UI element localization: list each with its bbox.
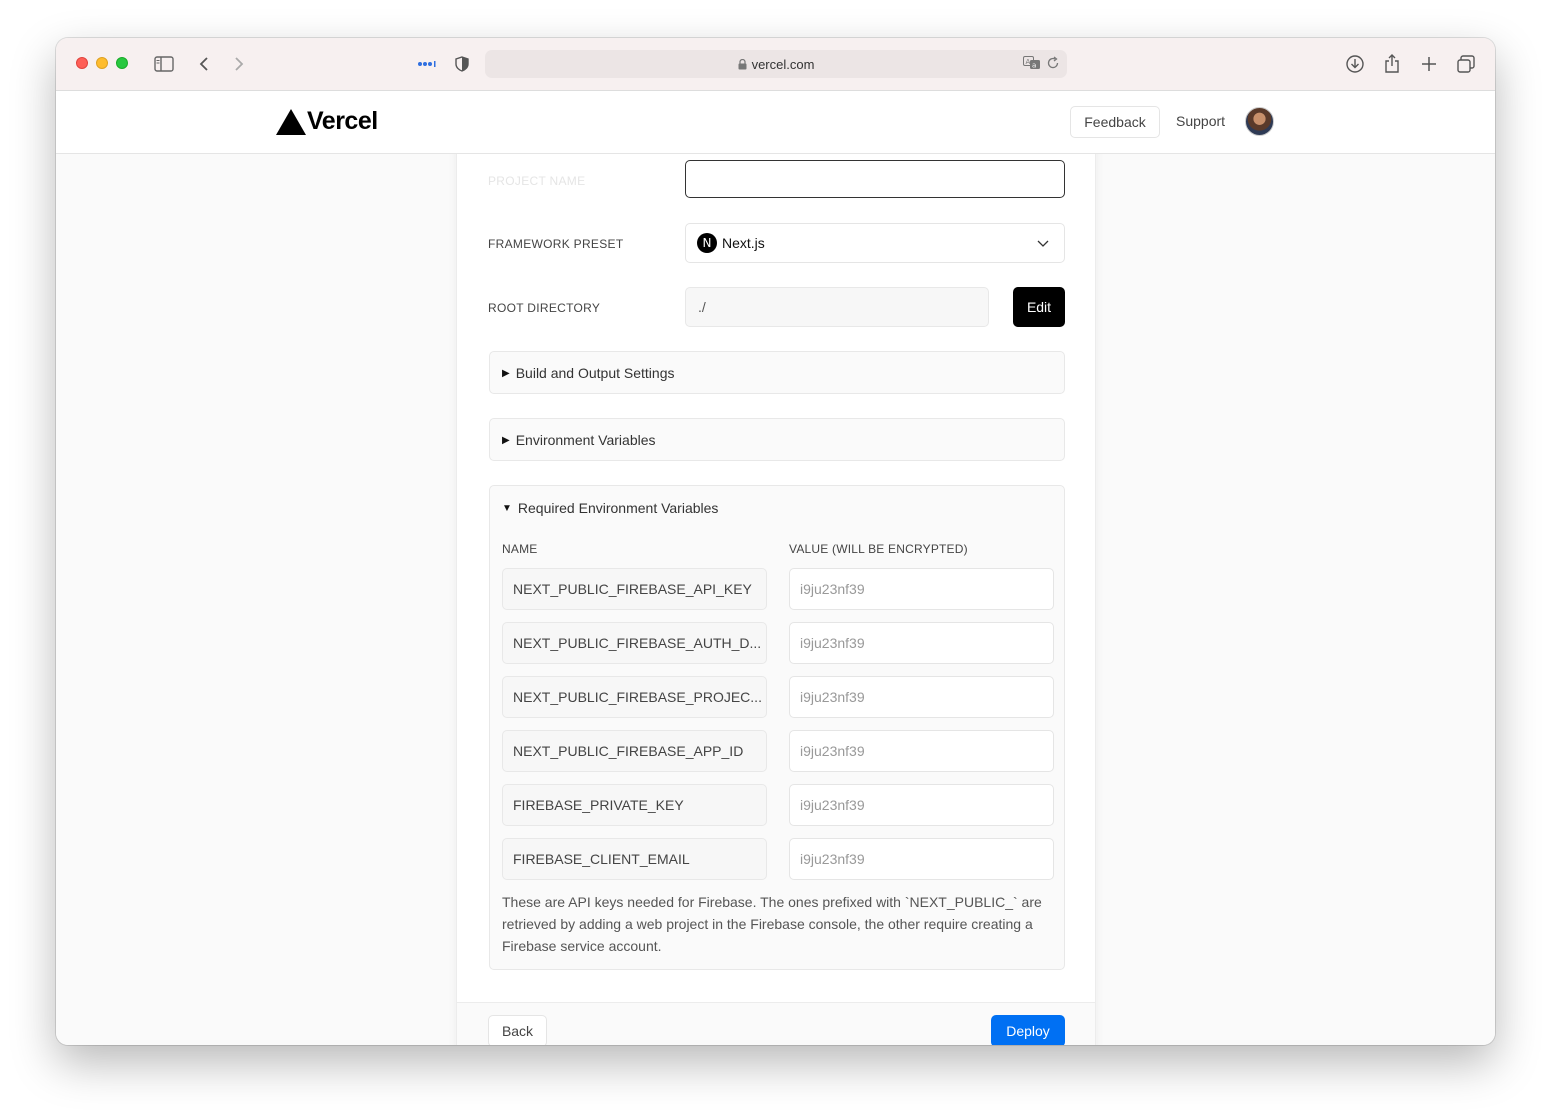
close-window-button[interactable] xyxy=(76,57,88,69)
chevron-down-icon xyxy=(1036,236,1050,253)
deploy-button[interactable]: Deploy xyxy=(991,1015,1065,1045)
env-vars-label: Environment Variables xyxy=(515,432,656,448)
env-row: NEXT_PUBLIC_FIREBASE_APP_ID i9ju23nf39 xyxy=(502,730,1055,772)
triangle-right-icon: ▶ xyxy=(502,434,510,446)
env-value-input[interactable]: i9ju23nf39 xyxy=(789,676,1054,718)
env-vars-section[interactable]: ▶ Environment Variables xyxy=(489,418,1065,461)
feedback-button[interactable]: Feedback xyxy=(1070,106,1160,138)
browser-toolbar: vercel.com Aa xyxy=(56,38,1495,91)
svg-text:a: a xyxy=(1032,62,1036,70)
value-column-header: VALUE (WILL BE ENCRYPTED) xyxy=(789,542,968,556)
new-tab-icon[interactable] xyxy=(1418,52,1440,76)
tabs-overview-icon[interactable] xyxy=(1455,52,1477,76)
edit-button[interactable]: Edit xyxy=(1013,287,1065,327)
vercel-triangle-icon xyxy=(276,108,306,135)
support-link[interactable]: Support xyxy=(1176,113,1225,129)
svg-text:A: A xyxy=(1026,58,1031,66)
name-column-header: NAME xyxy=(502,542,538,556)
env-row: FIREBASE_CLIENT_EMAIL i9ju23nf39 xyxy=(502,838,1055,880)
sidebar-icon[interactable] xyxy=(153,52,175,76)
env-name-field: NEXT_PUBLIC_FIREBASE_PROJEC... xyxy=(502,676,767,718)
framework-preset-value: Next.js xyxy=(722,235,765,251)
url-text: vercel.com xyxy=(751,56,815,72)
zoom-window-button[interactable] xyxy=(116,57,128,69)
extensions-icon[interactable] xyxy=(416,52,438,76)
back-icon[interactable] xyxy=(196,52,212,76)
env-row: NEXT_PUBLIC_FIREBASE_PROJEC... i9ju23nf3… xyxy=(502,676,1055,718)
download-icon[interactable] xyxy=(1344,52,1366,76)
framework-preset-label: FRAMEWORK PRESET xyxy=(488,237,624,251)
env-row: NEXT_PUBLIC_FIREBASE_API_KEY i9ju23nf39 xyxy=(502,568,1055,610)
framework-preset-select[interactable]: N Next.js xyxy=(685,223,1065,263)
env-value-input[interactable]: i9ju23nf39 xyxy=(789,838,1054,880)
env-value-input[interactable]: i9ju23nf39 xyxy=(789,622,1054,664)
back-button[interactable]: Back xyxy=(488,1015,547,1045)
forward-icon[interactable] xyxy=(231,52,247,76)
env-name-field: NEXT_PUBLIC_FIREBASE_API_KEY xyxy=(502,568,767,610)
env-name-field: FIREBASE_PRIVATE_KEY xyxy=(502,784,767,826)
card-footer: Back Deploy xyxy=(457,1002,1095,1045)
translate-icon[interactable]: Aa xyxy=(1023,56,1041,70)
env-value-input[interactable]: i9ju23nf39 xyxy=(789,730,1054,772)
env-value-input[interactable]: i9ju23nf39 xyxy=(789,784,1054,826)
env-vars-toggle[interactable]: ▶ Environment Variables xyxy=(490,419,1064,461)
logo-text: Vercel xyxy=(307,107,378,135)
project-name-label: PROJECT NAME xyxy=(488,174,586,188)
required-env-title: Required Environment Variables xyxy=(517,500,719,516)
project-name-input[interactable] xyxy=(685,160,1065,198)
address-bar[interactable]: vercel.com Aa xyxy=(485,50,1067,78)
env-row: NEXT_PUBLIC_FIREBASE_AUTH_D... i9ju23nf3… xyxy=(502,622,1055,664)
env-row: FIREBASE_PRIVATE_KEY i9ju23nf39 xyxy=(502,784,1055,826)
page-content: Vercel Feedback Support PROJECT NAME FRA… xyxy=(56,91,1495,1045)
reload-icon[interactable] xyxy=(1046,56,1060,70)
root-directory-label: ROOT DIRECTORY xyxy=(488,301,601,315)
minimize-window-button[interactable] xyxy=(96,57,108,69)
required-env-section: ▼ Required Environment Variables NAME VA… xyxy=(489,485,1065,970)
lock-icon xyxy=(738,58,747,70)
required-env-toggle[interactable]: ▼ Required Environment Variables xyxy=(490,487,1064,529)
triangle-right-icon: ▶ xyxy=(502,367,510,379)
deploy-card: PROJECT NAME FRAMEWORK PRESET N Next.js … xyxy=(456,111,1096,1045)
triangle-down-icon: ▼ xyxy=(502,502,512,514)
env-name-field: NEXT_PUBLIC_FIREBASE_APP_ID xyxy=(502,730,767,772)
env-name-field: NEXT_PUBLIC_FIREBASE_AUTH_D... xyxy=(502,622,767,664)
avatar[interactable] xyxy=(1245,107,1274,136)
site-header: Vercel Feedback Support xyxy=(56,91,1495,154)
build-settings-section[interactable]: ▶ Build and Output Settings xyxy=(489,351,1065,394)
root-directory-input[interactable]: ./ xyxy=(685,287,989,327)
vercel-logo[interactable]: Vercel xyxy=(276,107,378,136)
share-icon[interactable] xyxy=(1381,52,1403,76)
privacy-shield-icon[interactable] xyxy=(453,52,471,76)
nextjs-logo-icon: N xyxy=(697,233,717,253)
env-value-input[interactable]: i9ju23nf39 xyxy=(789,568,1054,610)
env-help-text: These are API keys needed for Firebase. … xyxy=(502,894,1042,954)
build-settings-toggle[interactable]: ▶ Build and Output Settings xyxy=(490,352,1064,394)
build-settings-label: Build and Output Settings xyxy=(515,365,675,381)
env-name-field: FIREBASE_CLIENT_EMAIL xyxy=(502,838,767,880)
browser-window: vercel.com Aa Vercel Feedback Support PR… xyxy=(56,38,1495,1045)
